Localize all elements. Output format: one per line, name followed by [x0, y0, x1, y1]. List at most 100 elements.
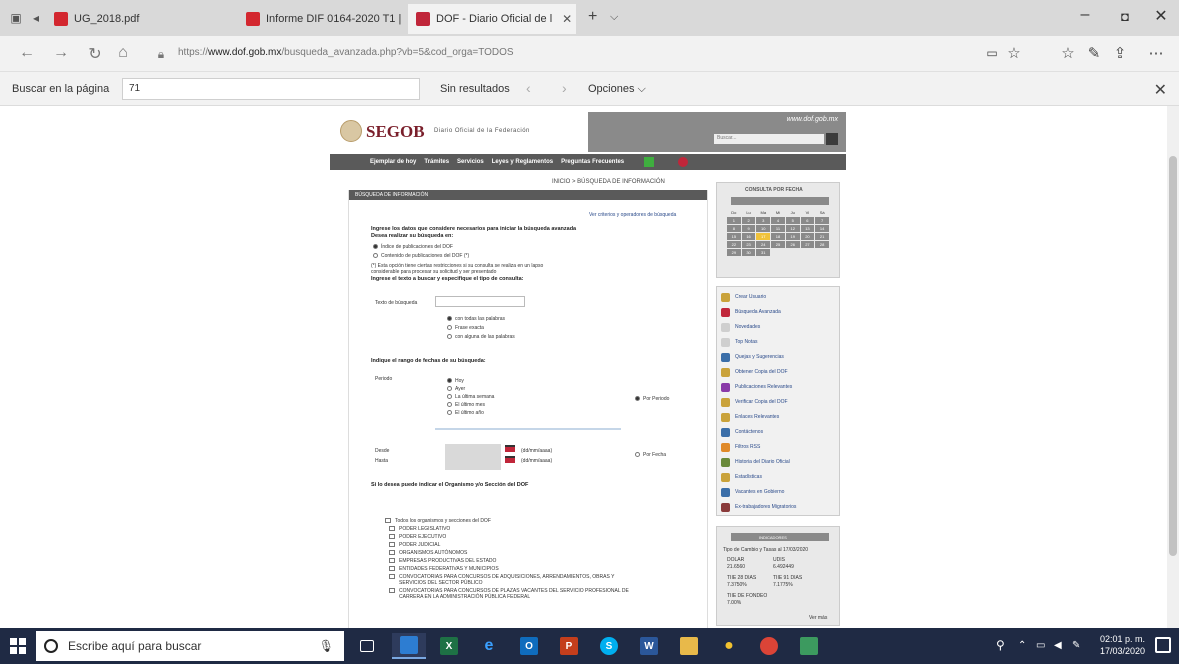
sidebar-link[interactable]: Historia del Diario Oficial: [721, 456, 790, 468]
nav-tramites[interactable]: Trámites: [424, 159, 449, 165]
calendar-day[interactable]: 18: [771, 233, 785, 240]
share-icon[interactable]: ⇪: [1110, 44, 1130, 62]
home-icon[interactable]: ⌂: [112, 44, 134, 62]
org-checkbox[interactable]: [389, 566, 395, 571]
more-link[interactable]: Ver más: [809, 615, 827, 621]
calendar-day[interactable]: 22: [727, 241, 741, 248]
taskbar-search[interactable]: Escribe aquí para buscar 🎙︎: [36, 631, 344, 661]
calendar-day[interactable]: 9: [741, 225, 756, 232]
url-field[interactable]: https://www.dof.gob.mx/busqueda_avanzada…: [178, 47, 514, 58]
sidebar-link[interactable]: Ex-trabajadores Migratorios: [721, 501, 796, 513]
edge-icon[interactable]: e: [472, 633, 506, 659]
calendar-day[interactable]: 19: [785, 233, 800, 240]
sidebar-link[interactable]: Novedades: [721, 321, 760, 333]
back-icon[interactable]: ←: [16, 44, 38, 62]
calendar-day[interactable]: 5: [785, 217, 800, 224]
calendar-day[interactable]: 15: [727, 233, 741, 240]
radio-any-words[interactable]: [447, 334, 452, 339]
radio-index[interactable]: [373, 244, 378, 249]
clock[interactable]: 02:01 p. m. 17/03/2020: [1100, 633, 1145, 657]
calendar-day[interactable]: 30: [741, 249, 756, 256]
radio-today[interactable]: [447, 378, 452, 383]
site-logo[interactable]: SEGOB: [366, 122, 425, 142]
calendar-day[interactable]: 24: [756, 241, 771, 248]
task-view-icon[interactable]: [350, 633, 384, 659]
lock-icon[interactable]: 🔒︎: [150, 47, 172, 62]
power-icon[interactable]: [678, 157, 689, 167]
restore-button[interactable]: ◘: [1110, 9, 1140, 24]
language-icon[interactable]: ✎: [1072, 640, 1080, 651]
chrome-icon[interactable]: [752, 633, 786, 659]
sidebar-link[interactable]: Búsqueda Avanzada: [721, 306, 781, 318]
edge-running-icon[interactable]: [392, 633, 426, 659]
criteria-link[interactable]: Ver criterios y operadores de búsqueda: [589, 212, 676, 218]
radio-by-period[interactable]: [635, 396, 640, 401]
volume-icon[interactable]: ◀︎: [1054, 640, 1062, 651]
sidebar-link[interactable]: Top Notas: [721, 336, 758, 348]
sidebar-link[interactable]: Verificar Copia del DOF: [721, 396, 788, 408]
nav-servicios[interactable]: Servicios: [457, 159, 484, 165]
windows-start-icon[interactable]: [10, 638, 26, 654]
site-search-input[interactable]: Buscar...: [714, 134, 824, 144]
radio-content[interactable]: [373, 253, 378, 258]
calendar-day[interactable]: 20: [800, 233, 815, 240]
skype-icon[interactable]: S: [592, 633, 626, 659]
org-checkbox[interactable]: [389, 550, 395, 555]
calendar-day[interactable]: 26: [785, 241, 800, 248]
calendar-day[interactable]: 27: [800, 241, 815, 248]
org-checkbox[interactable]: [389, 526, 395, 531]
calendar-day[interactable]: 4: [771, 217, 785, 224]
sidebar-link[interactable]: Contáctenos: [721, 426, 763, 438]
microphone-icon[interactable]: 🎙︎: [319, 639, 334, 653]
org-checkbox[interactable]: [389, 534, 395, 539]
org-checkbox[interactable]: [389, 558, 395, 563]
org-checkbox[interactable]: [389, 574, 395, 579]
site-search-button[interactable]: [826, 133, 838, 145]
powerpoint-icon[interactable]: P: [552, 633, 586, 659]
battery-icon[interactable]: ▭: [1036, 640, 1045, 651]
tab-actions-icon[interactable]: ▣: [8, 10, 24, 26]
calendar-to-icon[interactable]: [505, 456, 515, 463]
calendar-day[interactable]: 6: [800, 217, 815, 224]
outlook-icon[interactable]: O: [512, 633, 546, 659]
scroll-thumb[interactable]: [1169, 156, 1177, 556]
radio-all-words[interactable]: [447, 316, 452, 321]
new-tab-button[interactable]: +: [588, 8, 597, 26]
find-previous-icon[interactable]: ‹: [526, 80, 531, 96]
pen-icon[interactable]: ✎: [1084, 44, 1104, 62]
sidebar-link[interactable]: Obtener Copia del DOF: [721, 366, 788, 378]
tray-chevron-icon[interactable]: ⌃: [1018, 640, 1026, 651]
close-window-button[interactable]: ✕: [1146, 6, 1176, 26]
calendar-day[interactable]: 29: [727, 249, 741, 256]
find-options-button[interactable]: Opciones ⌵: [588, 83, 646, 96]
tab-dof[interactable]: DOF - Diario Oficial de l ✕: [408, 4, 576, 34]
maps-icon[interactable]: ●: [712, 633, 746, 659]
calendar-day[interactable]: 14: [815, 225, 829, 232]
tab-list-chevron-icon[interactable]: ⌵: [610, 11, 618, 24]
forward-icon[interactable]: →: [50, 44, 72, 62]
calendar-day[interactable]: 13: [800, 225, 815, 232]
nav-ejemplar[interactable]: Ejemplar de hoy: [370, 159, 416, 165]
calendar-month-bar[interactable]: [731, 197, 829, 205]
favorites-hub-icon[interactable]: ☆: [1058, 44, 1078, 62]
sidebar-link[interactable]: Enlaces Relevantes: [721, 411, 779, 423]
vertical-scrollbar[interactable]: [1167, 106, 1179, 628]
sidebar-link[interactable]: Vacantes en Gobierno: [721, 486, 784, 498]
radio-month[interactable]: [447, 402, 452, 407]
close-find-icon[interactable]: ✕: [1154, 80, 1167, 100]
calendar-day[interactable]: 31: [756, 249, 771, 256]
calendar-day[interactable]: 25: [771, 241, 785, 248]
calendar-day[interactable]: 12: [785, 225, 800, 232]
file-explorer-icon[interactable]: [672, 633, 706, 659]
reading-view-icon[interactable]: ▭: [982, 46, 1002, 60]
radio-exact[interactable]: [447, 325, 452, 330]
sidebar-link[interactable]: Publicaciones Relevantes: [721, 381, 792, 393]
calendar-day[interactable]: 21: [815, 233, 829, 240]
calendar-from-icon[interactable]: [505, 445, 515, 452]
photos-icon[interactable]: [792, 633, 826, 659]
people-icon[interactable]: ⚲: [996, 638, 1005, 652]
calendar-day[interactable]: 10: [756, 225, 771, 232]
calendar-day[interactable]: 16: [741, 233, 756, 240]
excel-icon[interactable]: X: [432, 633, 466, 659]
radio-year[interactable]: [447, 410, 452, 415]
